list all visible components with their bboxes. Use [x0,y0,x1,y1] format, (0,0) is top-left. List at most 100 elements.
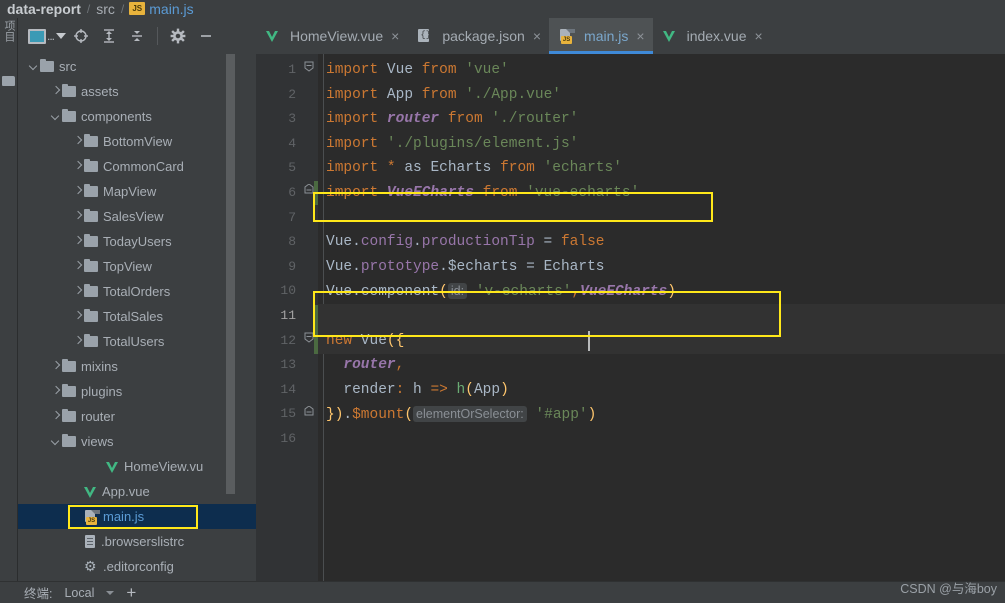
breadcrumb-folder[interactable]: src [95,1,116,17]
new-terminal-button[interactable]: + [126,584,136,601]
breadcrumb-project[interactable]: data-report [6,1,82,17]
chevron-right-icon[interactable] [73,286,84,297]
code-line-1[interactable]: import Vue from 'vue' [326,58,676,83]
collapse-all-button[interactable] [124,24,150,48]
chevron-right-icon[interactable] [73,136,84,147]
project-tool-window-button[interactable]: 项目 [1,20,17,80]
tree-scrollbar[interactable] [226,54,235,494]
tree-item-label: SalesView [103,209,164,224]
code-token: . [352,258,361,275]
code-line-12[interactable]: new Vue({ [326,329,676,354]
editor-tab-packagejson[interactable]: {} package.json × [407,18,549,54]
tree-item-src[interactable]: src [18,54,256,79]
tree-item-appvue[interactable]: App.vue [18,479,256,504]
chevron-right-icon[interactable] [51,361,62,372]
code-line-8[interactable]: Vue.config.productionTip = false [326,230,676,255]
code-text[interactable]: import Vue from 'vue' import App from './… [326,58,676,452]
code-token: ({ [386,332,405,349]
code-token: Echarts [430,160,492,177]
tree-item-totalsales[interactable]: TotalSales [18,304,256,329]
close-icon[interactable]: × [391,29,399,43]
fold-icon-line6[interactable] [304,184,314,194]
tree-item-commoncard[interactable]: CommonCard [18,154,256,179]
fold-icon-line1[interactable] [304,61,314,72]
tree-item-plugins[interactable]: plugins [18,379,256,404]
code-line-4[interactable]: import './plugins/element.js' [326,132,676,157]
chevron-down-icon[interactable] [51,436,62,447]
close-icon[interactable]: × [755,29,763,43]
code-line-3[interactable]: import router from './router' [326,107,676,132]
tree-item-label: TotalOrders [103,284,171,299]
code-line-11[interactable] [326,304,676,329]
chevron-right-icon[interactable] [73,261,84,272]
chevron-right-icon[interactable] [73,236,84,247]
fold-icon-line15[interactable] [304,406,314,416]
editor-gutter[interactable]: 1 2 3 4 5 6 7 8 9 10 11 12 13 14 15 16 [256,54,318,581]
chevron-right-icon[interactable] [51,86,62,97]
settings-button[interactable] [165,24,191,48]
code-editor[interactable]: 1 2 3 4 5 6 7 8 9 10 11 12 13 14 15 16 i… [256,54,1005,581]
tree-item-bottomview[interactable]: BottomView [18,129,256,154]
tree-item-mixins[interactable]: mixins [18,354,256,379]
code-line-13[interactable]: router, [326,353,676,378]
code-line-2[interactable]: import App from './App.vue' [326,83,676,108]
tree-item-assets[interactable]: assets [18,79,256,104]
tree-item-topview[interactable]: TopView [18,254,256,279]
chevron-right-icon[interactable] [51,386,62,397]
editor-tab-indexvue[interactable]: index.vue × [653,18,771,54]
editor-tab-homeviewvue[interactable]: HomeView.vue × [256,18,407,54]
tree-item-editorconfig[interactable]: ⚙ .editorconfig [18,554,256,579]
chevron-down-icon[interactable] [51,111,62,122]
tree-item-totalusers[interactable]: TotalUsers [18,329,256,354]
structure-icon[interactable] [2,76,15,86]
code-token: from [421,86,457,103]
terminal-session-selector[interactable]: Local [64,586,94,600]
code-line-15[interactable]: }).$mount(elementOrSelector: '#app') [326,402,676,427]
tree-item-views[interactable]: views [18,429,256,454]
code-line-6[interactable]: import VueECharts from 'vue-echarts' [326,181,676,206]
code-line-10[interactable]: Vue.component(id: 'v-echarts',VueECharts… [326,279,676,304]
tree-item-totalorders[interactable]: TotalOrders [18,279,256,304]
breadcrumb-file[interactable]: main.js [149,1,193,17]
code-line-16[interactable] [326,427,676,452]
hide-panel-button[interactable] [193,24,219,48]
project-tree[interactable]: src assets components BottomView CommonCard M… [18,54,256,581]
tree-item-label: .browserslistrc [101,534,185,549]
code-line-9[interactable]: Vue.prototype.$echarts = Echarts [326,255,676,280]
code-line-7[interactable] [326,206,676,231]
code-line-5[interactable]: import * as Echarts from 'echarts' [326,156,676,181]
folder-icon [62,359,76,372]
close-icon[interactable]: × [636,29,644,43]
tree-item-router[interactable]: router [18,404,256,429]
chevron-right-icon[interactable] [73,186,84,197]
tree-item-homeviewvu[interactable]: HomeView.vu [18,454,256,479]
tree-item-browserslistrc[interactable]: .browserslistrc [18,529,256,554]
chevron-down-icon[interactable] [106,590,115,595]
tree-item-todayusers[interactable]: TodayUsers [18,229,256,254]
folder-icon [84,209,98,222]
code-token: VueECharts [580,284,668,301]
line-number-column: 1 2 3 4 5 6 7 8 9 10 11 12 13 14 15 16 [256,54,296,452]
tree-item-mainjs[interactable]: JS main.js [18,504,256,529]
chevron-down-icon[interactable] [29,61,40,72]
chevron-right-icon[interactable] [73,211,84,222]
editor-tab-mainjs[interactable]: JS main.js × [549,18,653,54]
project-selector-button[interactable]: ... [28,24,67,48]
locate-file-button[interactable] [68,24,94,48]
minus-icon [201,35,212,37]
code-token: ) [500,381,509,398]
expand-all-button[interactable] [96,24,122,48]
fold-icon-line12[interactable] [304,332,314,343]
tree-item-components[interactable]: components [18,104,256,129]
tree-item-mapview[interactable]: MapView [18,179,256,204]
code-line-14[interactable]: render: h => h(App) [326,378,676,403]
tree-item-label: TotalSales [103,309,163,324]
chevron-right-icon[interactable] [73,161,84,172]
chevron-right-icon[interactable] [73,336,84,347]
chevron-right-icon[interactable] [51,411,62,422]
close-icon[interactable]: × [533,29,541,43]
chevron-right-icon[interactable] [73,311,84,322]
vcs-change-marker-line6[interactable] [314,181,318,205]
tree-item-salesview[interactable]: SalesView [18,204,256,229]
breadcrumb[interactable]: data-report / src / JS main.js [0,0,1005,18]
